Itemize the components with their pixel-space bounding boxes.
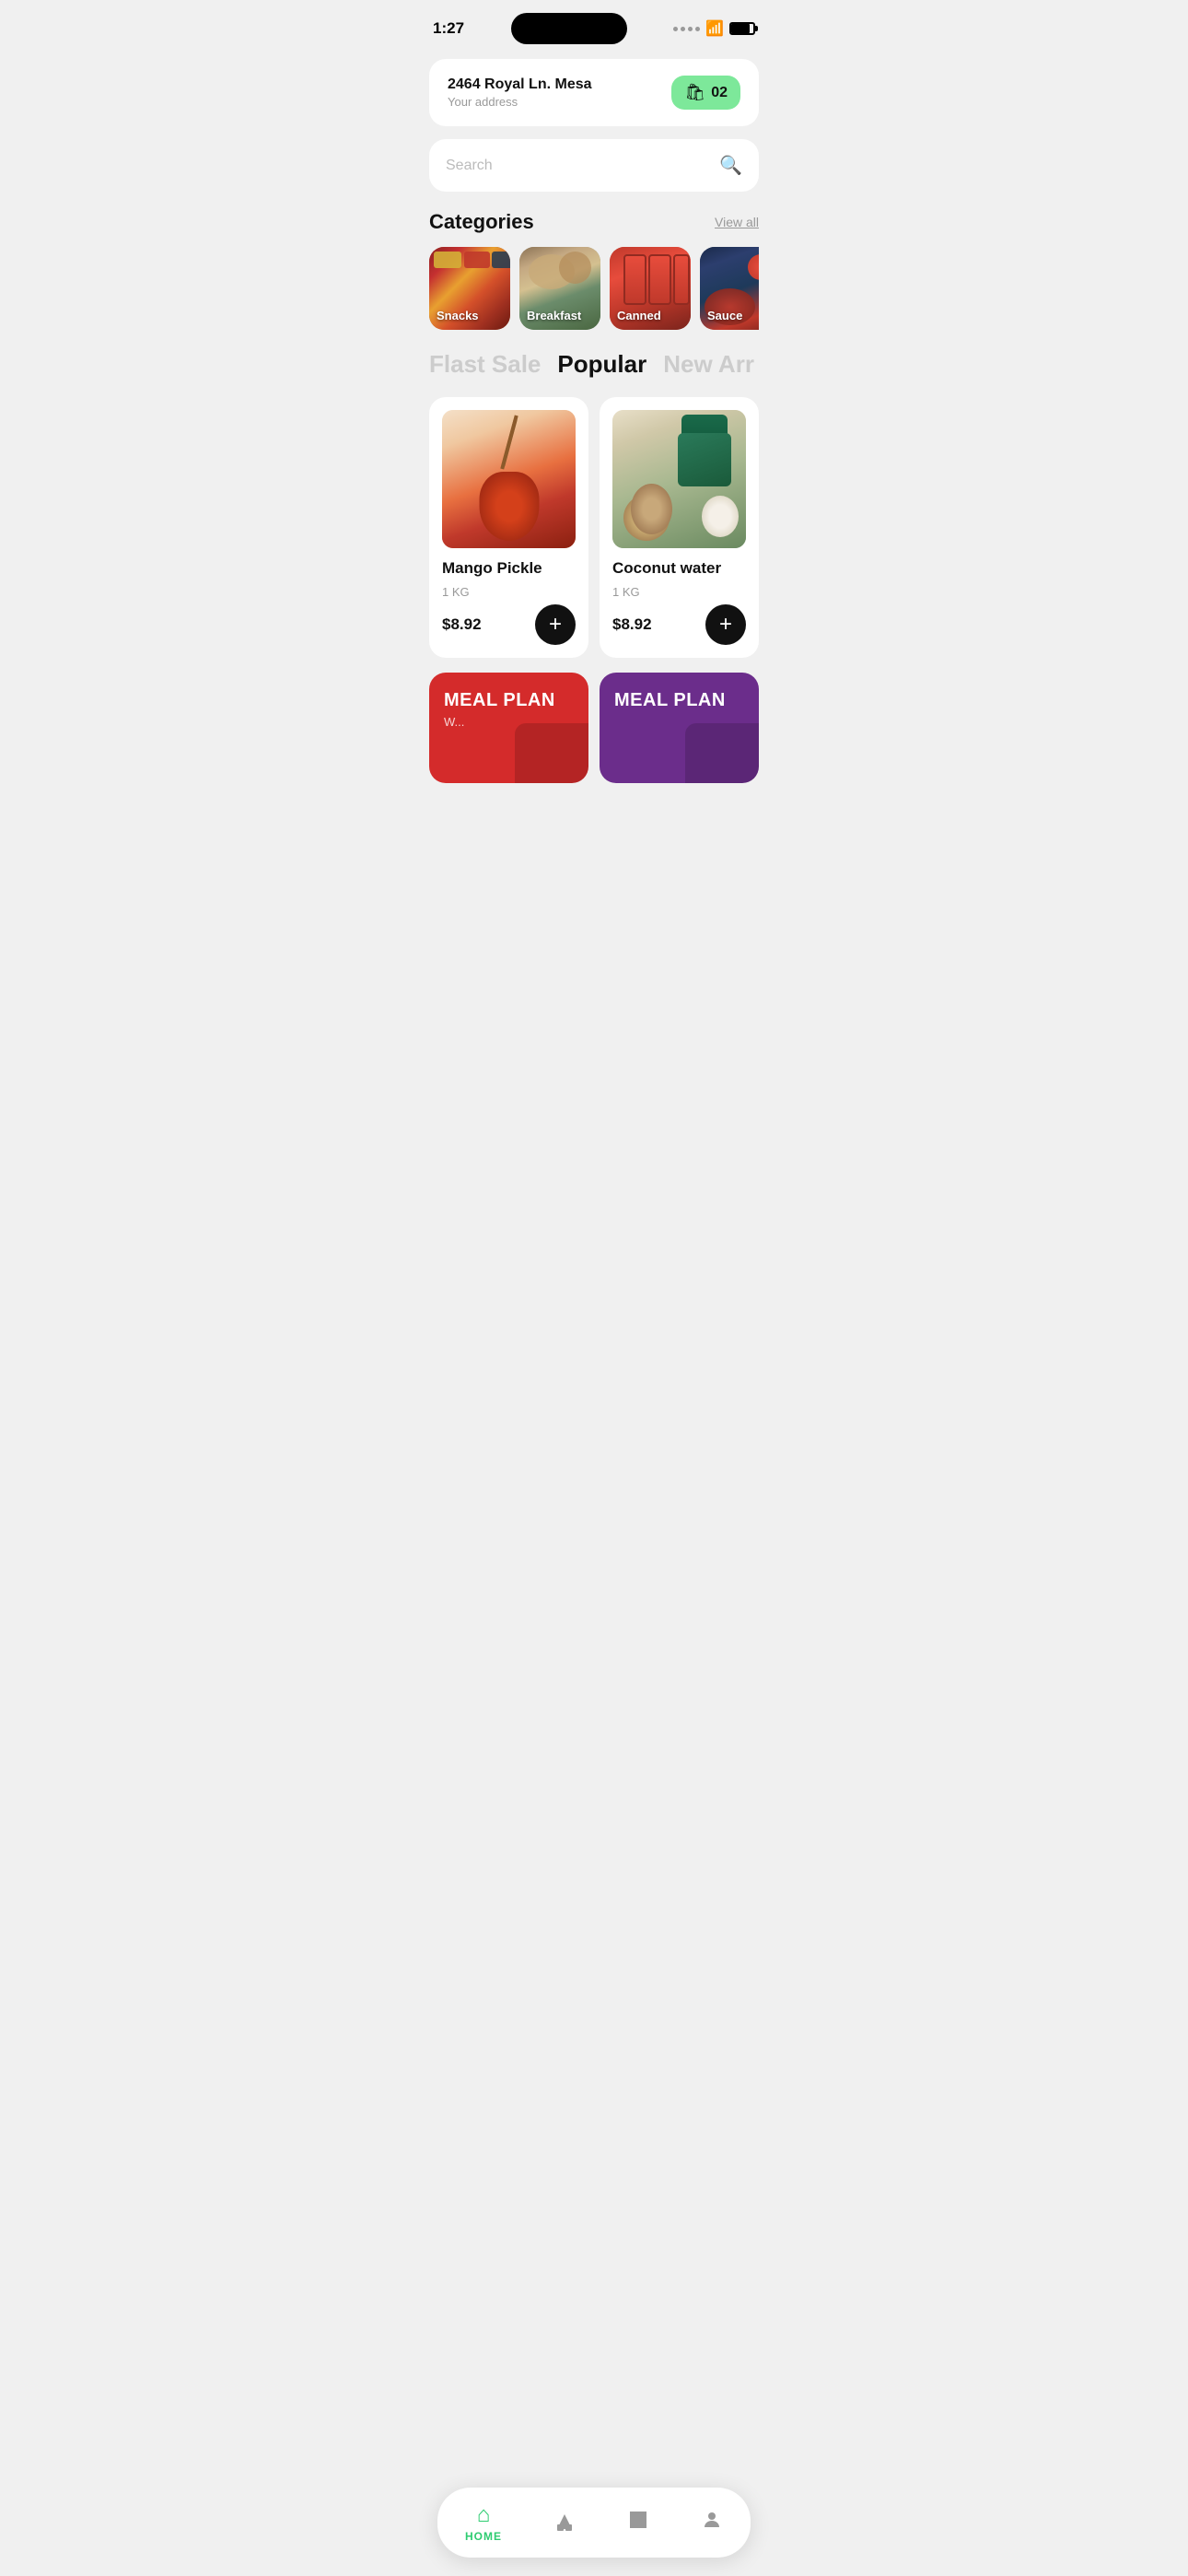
nav-label-home: HOME [465, 2530, 502, 2543]
product-price-mango: $8.92 [442, 615, 482, 634]
category-item-canned[interactable]: Canned [610, 247, 691, 330]
home-icon: ⌂ [477, 2502, 491, 2528]
plus-icon-mango: + [549, 614, 562, 636]
meal-plan-title-red: MEAL PLAN [444, 689, 574, 711]
search-icon: 🔍 [719, 154, 742, 177]
status-time: 1:27 [433, 19, 464, 38]
category-label-breakfast: Breakfast [527, 309, 581, 322]
filter-tabs: Flast Sale Popular New Arr [429, 350, 759, 379]
category-item-sauce[interactable]: Sauce [700, 247, 759, 330]
product-weight-coconut: 1 KG [612, 585, 746, 599]
orders-nav-icon [627, 2509, 649, 2537]
categories-grid: Snacks Breakfast Canned Sauce [429, 247, 759, 330]
tab-flash-sale[interactable]: Flast Sale [429, 350, 541, 379]
product-card-coconut-water: Coconut water 1 KG $8.92 + [600, 397, 759, 658]
nav-item-categories[interactable] [553, 2512, 576, 2534]
address-card[interactable]: 2464 Royal Ln. Mesa Your address 🛍 02 [429, 59, 759, 126]
search-placeholder: Search [446, 158, 493, 174]
meal-plan-grid: MEAL PLAN W... MEAL PLAN [429, 673, 759, 783]
product-name-mango: Mango Pickle [442, 559, 576, 578]
add-coconut-button[interactable]: + [705, 604, 746, 645]
mango-pickle-image [442, 410, 576, 548]
category-label-snacks: Snacks [437, 309, 479, 322]
product-footer-coconut: $8.92 + [612, 604, 746, 645]
meal-plan-card-red[interactable]: MEAL PLAN W... [429, 673, 588, 783]
profile-nav-icon [701, 2509, 723, 2537]
meal-plan-title-purple: MEAL PLAN [614, 689, 744, 711]
product-image-coconut [612, 410, 746, 548]
address-sub: Your address [448, 95, 592, 109]
cart-count: 02 [711, 85, 728, 101]
product-name-coconut: Coconut water [612, 559, 746, 578]
tab-new-arrivals[interactable]: New Arr [663, 350, 754, 379]
category-label-sauce: Sauce [707, 309, 742, 322]
coconut-water-image [612, 410, 746, 548]
product-card-mango-pickle: Mango Pickle 1 KG $8.92 + [429, 397, 588, 658]
category-label-canned: Canned [617, 309, 661, 322]
signal-icon [673, 27, 700, 31]
categories-nav-icon [553, 2512, 576, 2534]
address-main: 2464 Royal Ln. Mesa [448, 76, 592, 93]
nav-item-profile[interactable] [701, 2509, 723, 2537]
status-icons: 📶 [673, 19, 755, 38]
product-footer-mango: $8.92 + [442, 604, 576, 645]
products-grid: Mango Pickle 1 KG $8.92 + Coconut w [429, 397, 759, 658]
plus-icon-coconut: + [719, 614, 732, 636]
category-item-snacks[interactable]: Snacks [429, 247, 510, 330]
bottom-nav: ⌂ HOME [437, 2488, 751, 2558]
view-all-link[interactable]: View all [715, 215, 759, 229]
nav-item-home[interactable]: ⌂ HOME [465, 2502, 502, 2543]
cart-badge[interactable]: 🛍 02 [671, 76, 740, 110]
tab-popular[interactable]: Popular [557, 350, 646, 379]
cart-icon: 🛍 [684, 83, 705, 102]
categories-header: Categories View all [429, 210, 759, 234]
status-bar: 1:27 📶 [414, 0, 774, 52]
product-image-mango [442, 410, 576, 548]
product-weight-mango: 1 KG [442, 585, 576, 599]
dynamic-island [511, 13, 627, 44]
battery-icon [729, 22, 755, 35]
main-content: 2464 Royal Ln. Mesa Your address 🛍 02 Se… [414, 52, 774, 875]
search-bar[interactable]: Search 🔍 [429, 139, 759, 192]
meal-plan-card-purple[interactable]: MEAL PLAN [600, 673, 759, 783]
address-info: 2464 Royal Ln. Mesa Your address [448, 76, 592, 109]
category-item-breakfast[interactable]: Breakfast [519, 247, 600, 330]
add-mango-button[interactable]: + [535, 604, 576, 645]
categories-title: Categories [429, 210, 534, 234]
wifi-icon: 📶 [705, 19, 724, 38]
nav-item-orders[interactable] [627, 2509, 649, 2537]
product-price-coconut: $8.92 [612, 615, 652, 634]
